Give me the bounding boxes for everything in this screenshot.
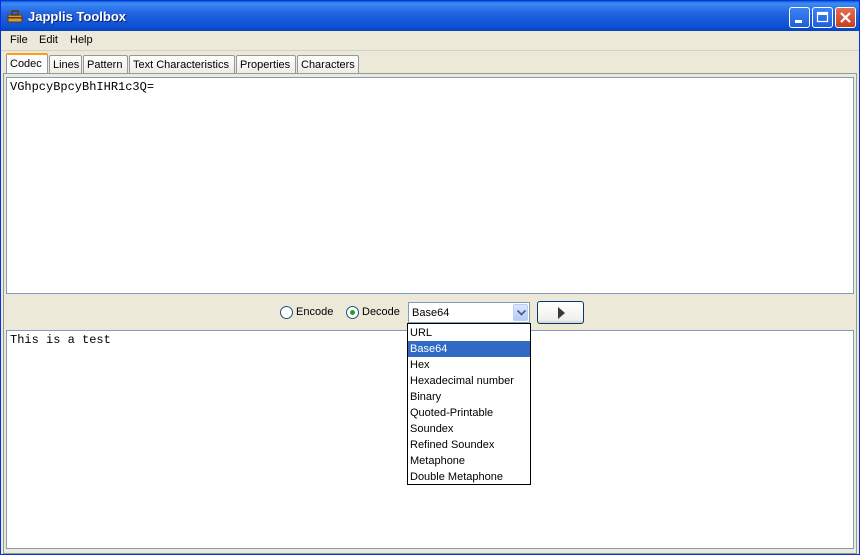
menu-bar: File Edit Help [1,31,859,51]
window-title: Japplis Toolbox [28,9,126,24]
tab-strip: Codec Lines Pattern Text Characteristics… [1,51,859,75]
chevron-down-icon [517,310,526,316]
close-button[interactable] [835,7,856,28]
dropdown-option-base64[interactable]: Base64 [408,341,530,357]
minimize-icon [795,20,802,23]
maximize-button[interactable] [812,7,833,28]
dropdown-option-hexadecimal-number[interactable]: Hexadecimal number [408,373,530,389]
title-bar[interactable]: Japplis Toolbox [1,1,859,31]
toolbox-app-icon [7,10,23,23]
close-icon [840,12,851,23]
play-arrow-icon [558,307,565,319]
dropdown-option-metaphone[interactable]: Metaphone [408,453,530,469]
menu-help[interactable]: Help [70,34,93,46]
dropdown-option-url[interactable]: URL [408,325,530,341]
codec-select[interactable]: Base64 [408,302,530,323]
minimize-button[interactable] [789,7,810,28]
menu-file[interactable]: File [10,34,28,46]
maximize-icon [816,11,829,23]
codec-dropdown-list: URL Base64 Hex Hexadecimal number Binary… [407,323,531,485]
tab-text-characteristics[interactable]: Text Characteristics [129,55,235,74]
app-window: Japplis Toolbox File Edit Help Codec Lin… [0,0,860,555]
run-codec-button[interactable] [537,301,584,324]
menu-edit[interactable]: Edit [39,34,58,46]
tab-characters[interactable]: Characters [297,55,359,74]
input-text-area[interactable]: VGhpcyBpcyBhIHR1c3Q= [6,77,854,294]
combo-dropdown-button[interactable] [513,304,528,321]
dropdown-option-hex[interactable]: Hex [408,357,530,373]
radio-selected-dot [350,310,355,315]
tab-codec[interactable]: Codec [6,53,48,75]
dropdown-option-soundex[interactable]: Soundex [408,421,530,437]
encode-radio[interactable] [280,306,293,319]
decode-label[interactable]: Decode [362,306,400,318]
decode-radio[interactable] [346,306,359,319]
dropdown-option-quoted-printable[interactable]: Quoted-Printable [408,405,530,421]
dropdown-option-refined-soundex[interactable]: Refined Soundex [408,437,530,453]
codec-select-value: Base64 [412,307,450,319]
dropdown-option-binary[interactable]: Binary [408,389,530,405]
encode-label[interactable]: Encode [296,306,333,318]
tab-pattern[interactable]: Pattern [83,55,128,74]
tab-lines[interactable]: Lines [49,55,82,74]
tab-properties[interactable]: Properties [236,55,296,74]
dropdown-option-double-metaphone[interactable]: Double Metaphone [408,469,530,485]
